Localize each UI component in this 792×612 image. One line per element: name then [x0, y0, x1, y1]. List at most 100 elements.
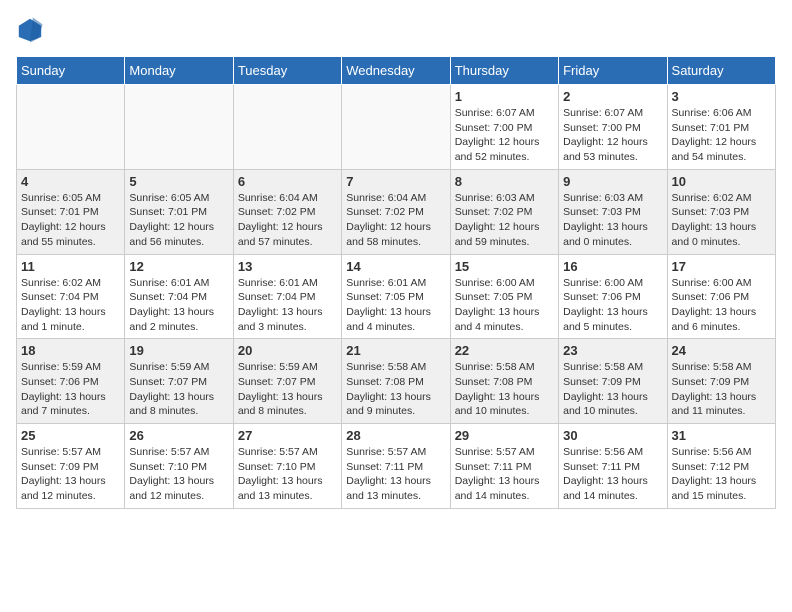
calendar-cell: 12 Sunrise: 6:01 AMSunset: 7:04 PMDayligh…	[125, 254, 233, 339]
calendar-week-row: 25 Sunrise: 5:57 AMSunset: 7:09 PMDayligh…	[17, 424, 776, 509]
calendar-cell: 29 Sunrise: 5:57 AMSunset: 7:11 PMDayligh…	[450, 424, 558, 509]
col-header-wednesday: Wednesday	[342, 57, 450, 85]
calendar-cell: 31 Sunrise: 5:56 AMSunset: 7:12 PMDayligh…	[667, 424, 775, 509]
calendar-cell	[342, 85, 450, 170]
day-info: Sunrise: 6:07 AMSunset: 7:00 PMDaylight:…	[455, 106, 554, 165]
day-info: Sunrise: 5:57 AMSunset: 7:10 PMDaylight:…	[129, 445, 228, 504]
calendar-cell: 18 Sunrise: 5:59 AMSunset: 7:06 PMDayligh…	[17, 339, 125, 424]
day-info: Sunrise: 5:56 AMSunset: 7:12 PMDaylight:…	[672, 445, 771, 504]
day-number: 25	[21, 428, 120, 443]
day-number: 18	[21, 343, 120, 358]
calendar-cell: 17Sunrise: 6:00 AMSunset: 7:06 PMDayligh…	[667, 254, 775, 339]
calendar-table: SundayMondayTuesdayWednesdayThursdayFrid…	[16, 56, 776, 509]
day-number: 19	[129, 343, 228, 358]
calendar-cell: 23 Sunrise: 5:58 AMSunset: 7:09 PMDayligh…	[559, 339, 667, 424]
col-header-sunday: Sunday	[17, 57, 125, 85]
day-info: Sunrise: 6:05 AMSunset: 7:01 PMDaylight:…	[21, 191, 120, 250]
day-number: 30	[563, 428, 662, 443]
day-info: Sunrise: 5:58 AMSunset: 7:09 PMDaylight:…	[672, 360, 771, 419]
calendar-week-row: 18 Sunrise: 5:59 AMSunset: 7:06 PMDayligh…	[17, 339, 776, 424]
day-number: 6	[238, 174, 337, 189]
day-info: Sunrise: 6:03 AMSunset: 7:02 PMDaylight:…	[455, 191, 554, 250]
calendar-cell: 26 Sunrise: 5:57 AMSunset: 7:10 PMDayligh…	[125, 424, 233, 509]
day-info: Sunrise: 6:05 AMSunset: 7:01 PMDaylight:…	[129, 191, 228, 250]
day-info: Sunrise: 5:58 AMSunset: 7:08 PMDaylight:…	[346, 360, 445, 419]
calendar-week-row: 4 Sunrise: 6:05 AMSunset: 7:01 PMDaylight…	[17, 169, 776, 254]
calendar-cell: 11Sunrise: 6:02 AMSunset: 7:04 PMDayligh…	[17, 254, 125, 339]
day-info: Sunrise: 5:58 AMSunset: 7:08 PMDaylight:…	[455, 360, 554, 419]
col-header-thursday: Thursday	[450, 57, 558, 85]
col-header-tuesday: Tuesday	[233, 57, 341, 85]
day-number: 21	[346, 343, 445, 358]
day-number: 11	[21, 259, 120, 274]
calendar-cell	[233, 85, 341, 170]
day-info: Sunrise: 5:57 AMSunset: 7:10 PMDaylight:…	[238, 445, 337, 504]
calendar-cell	[17, 85, 125, 170]
day-number: 31	[672, 428, 771, 443]
calendar-cell: 30 Sunrise: 5:56 AMSunset: 7:11 PMDayligh…	[559, 424, 667, 509]
day-number: 12	[129, 259, 228, 274]
day-info: Sunrise: 6:06 AMSunset: 7:01 PMDaylight:…	[672, 106, 771, 165]
day-number: 16	[563, 259, 662, 274]
logo	[16, 16, 48, 44]
day-info: Sunrise: 6:00 AMSunset: 7:06 PMDaylight:…	[563, 276, 662, 335]
calendar-cell: 15Sunrise: 6:00 AMSunset: 7:05 PMDayligh…	[450, 254, 558, 339]
day-info: Sunrise: 5:57 AMSunset: 7:11 PMDaylight:…	[455, 445, 554, 504]
day-info: Sunrise: 6:01 AMSunset: 7:04 PMDaylight:…	[129, 276, 228, 335]
day-number: 22	[455, 343, 554, 358]
day-number: 17	[672, 259, 771, 274]
day-info: Sunrise: 6:07 AMSunset: 7:00 PMDaylight:…	[563, 106, 662, 165]
page-header	[16, 16, 776, 44]
day-info: Sunrise: 5:57 AMSunset: 7:09 PMDaylight:…	[21, 445, 120, 504]
day-number: 4	[21, 174, 120, 189]
calendar-cell: 8 Sunrise: 6:03 AMSunset: 7:02 PMDaylight…	[450, 169, 558, 254]
day-info: Sunrise: 5:58 AMSunset: 7:09 PMDaylight:…	[563, 360, 662, 419]
day-number: 5	[129, 174, 228, 189]
calendar-cell: 13Sunrise: 6:01 AMSunset: 7:04 PMDayligh…	[233, 254, 341, 339]
calendar-cell: 9Sunrise: 6:03 AMSunset: 7:03 PMDaylight…	[559, 169, 667, 254]
day-number: 27	[238, 428, 337, 443]
calendar-cell: 2Sunrise: 6:07 AMSunset: 7:00 PMDaylight…	[559, 85, 667, 170]
day-number: 23	[563, 343, 662, 358]
col-header-saturday: Saturday	[667, 57, 775, 85]
calendar-cell: 24Sunrise: 5:58 AMSunset: 7:09 PMDayligh…	[667, 339, 775, 424]
calendar-week-row: 1 Sunrise: 6:07 AMSunset: 7:00 PMDaylight…	[17, 85, 776, 170]
day-number: 13	[238, 259, 337, 274]
day-info: Sunrise: 6:00 AMSunset: 7:05 PMDaylight:…	[455, 276, 554, 335]
calendar-cell	[125, 85, 233, 170]
calendar-cell: 21 Sunrise: 5:58 AMSunset: 7:08 PMDayligh…	[342, 339, 450, 424]
calendar-cell: 6 Sunrise: 6:04 AMSunset: 7:02 PMDaylight…	[233, 169, 341, 254]
day-info: Sunrise: 6:04 AMSunset: 7:02 PMDaylight:…	[346, 191, 445, 250]
day-number: 8	[455, 174, 554, 189]
day-number: 26	[129, 428, 228, 443]
day-number: 3	[672, 89, 771, 104]
day-number: 9	[563, 174, 662, 189]
calendar-cell: 28 Sunrise: 5:57 AMSunset: 7:11 PMDayligh…	[342, 424, 450, 509]
day-number: 1	[455, 89, 554, 104]
day-number: 29	[455, 428, 554, 443]
calendar-cell: 1 Sunrise: 6:07 AMSunset: 7:00 PMDaylight…	[450, 85, 558, 170]
calendar-cell: 22 Sunrise: 5:58 AMSunset: 7:08 PMDayligh…	[450, 339, 558, 424]
day-number: 28	[346, 428, 445, 443]
day-info: Sunrise: 5:59 AMSunset: 7:07 PMDaylight:…	[129, 360, 228, 419]
day-number: 14	[346, 259, 445, 274]
day-info: Sunrise: 5:59 AMSunset: 7:07 PMDaylight:…	[238, 360, 337, 419]
day-number: 7	[346, 174, 445, 189]
logo-icon	[16, 16, 44, 44]
day-info: Sunrise: 5:57 AMSunset: 7:11 PMDaylight:…	[346, 445, 445, 504]
day-number: 10	[672, 174, 771, 189]
calendar-cell: 3 Sunrise: 6:06 AMSunset: 7:01 PMDaylight…	[667, 85, 775, 170]
day-info: Sunrise: 5:59 AMSunset: 7:06 PMDaylight:…	[21, 360, 120, 419]
day-info: Sunrise: 5:56 AMSunset: 7:11 PMDaylight:…	[563, 445, 662, 504]
calendar-cell: 5 Sunrise: 6:05 AMSunset: 7:01 PMDaylight…	[125, 169, 233, 254]
calendar-cell: 14 Sunrise: 6:01 AMSunset: 7:05 PMDayligh…	[342, 254, 450, 339]
calendar-cell: 7 Sunrise: 6:04 AMSunset: 7:02 PMDaylight…	[342, 169, 450, 254]
calendar-header-row: SundayMondayTuesdayWednesdayThursdayFrid…	[17, 57, 776, 85]
col-header-monday: Monday	[125, 57, 233, 85]
day-info: Sunrise: 6:04 AMSunset: 7:02 PMDaylight:…	[238, 191, 337, 250]
day-info: Sunrise: 6:01 AMSunset: 7:05 PMDaylight:…	[346, 276, 445, 335]
col-header-friday: Friday	[559, 57, 667, 85]
calendar-cell: 10 Sunrise: 6:02 AMSunset: 7:03 PMDayligh…	[667, 169, 775, 254]
calendar-cell: 16 Sunrise: 6:00 AMSunset: 7:06 PMDayligh…	[559, 254, 667, 339]
day-info: Sunrise: 6:02 AMSunset: 7:03 PMDaylight:…	[672, 191, 771, 250]
